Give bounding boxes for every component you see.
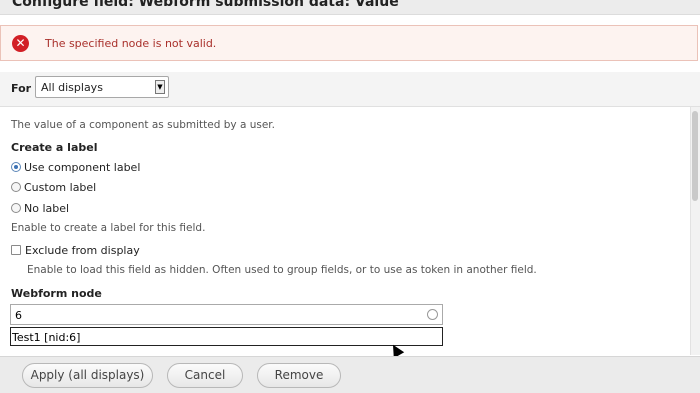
dialog-titlebar: Configure field: Webform submission data… — [0, 0, 700, 15]
radio-no-label[interactable]: No label — [11, 202, 69, 215]
webform-node-input[interactable]: 6 — [10, 304, 443, 325]
remove-button[interactable]: Remove — [257, 363, 341, 388]
error-message-text: The specified node is not valid. — [45, 37, 217, 50]
radio-label: Use component label — [24, 161, 141, 174]
webform-node-value: 6 — [15, 309, 22, 322]
cancel-button[interactable]: Cancel — [167, 363, 243, 388]
error-x-icon: ✕ — [12, 35, 29, 52]
webform-node-heading: Webform node — [11, 287, 102, 300]
for-label: For — [11, 82, 32, 95]
dropdown-arrow-icon[interactable]: ▼ — [155, 80, 165, 94]
autocomplete-throbber-icon — [427, 309, 438, 320]
display-select-value: All displays — [41, 81, 103, 94]
radio-use-component-label[interactable]: Use component label — [11, 161, 140, 174]
autocomplete-suggestion[interactable]: Test1 [nid:6] — [10, 327, 443, 346]
exclude-from-display-option[interactable]: Exclude from display — [11, 244, 140, 257]
apply-all-displays-button[interactable]: Apply (all displays) — [22, 363, 153, 388]
button-bar: Apply (all displays) Cancel Remove — [0, 356, 700, 393]
radio-label: No label — [24, 202, 70, 215]
exclude-checkbox[interactable] — [11, 245, 21, 255]
exclude-help-text: Enable to load this field as hidden. Oft… — [27, 264, 537, 276]
radio-label: Custom label — [24, 181, 97, 194]
form-content: The value of a component as submitted by… — [0, 107, 690, 355]
radio-button-selected[interactable] — [11, 162, 21, 172]
create-label-heading: Create a label — [11, 141, 98, 154]
error-message-box: ✕ The specified node is not valid. — [0, 25, 698, 61]
scrollbar-thumb[interactable] — [692, 111, 698, 201]
radio-custom-label[interactable]: Custom label — [11, 181, 96, 194]
field-description: The value of a component as submitted by… — [11, 119, 275, 131]
radio-button[interactable] — [11, 182, 21, 192]
display-selector-bar: For All displays ▼ — [0, 72, 700, 107]
label-help-text: Enable to create a label for this field. — [11, 222, 206, 234]
display-select[interactable]: All displays ▼ — [35, 76, 169, 98]
exclude-label: Exclude from display — [25, 244, 140, 257]
autocomplete-suggestion-text: Test1 [nid:6] — [12, 331, 81, 344]
dialog-title: Configure field: Webform submission data… — [12, 0, 399, 10]
radio-button[interactable] — [11, 203, 21, 213]
